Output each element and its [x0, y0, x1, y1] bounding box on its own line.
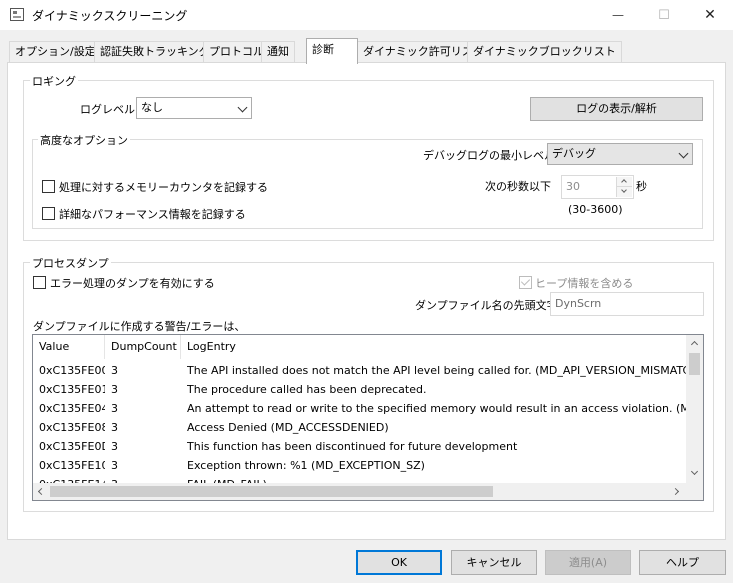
- enable-dump-label: エラー処理のダンプを有効にする: [50, 277, 215, 290]
- cell-value: 0xC135FE00: [39, 364, 105, 377]
- cell-dumpcount: 3: [111, 364, 118, 377]
- table-row[interactable]: 0xC135FE04 3 An attempt to read or write t…: [33, 399, 688, 418]
- cell-dumpcount: 3: [111, 440, 118, 453]
- spin-down-button[interactable]: [616, 187, 632, 197]
- debug-min-level-value: デバッグ: [552, 147, 596, 160]
- cell-logentry: Exception thrown: %1 (MD_EXCEPTION_SZ): [187, 459, 425, 472]
- column-header-logentry[interactable]: LogEntry: [181, 335, 688, 359]
- table-row[interactable]: 0xC135FE08 3 Access Denied (MD_ACCESSDENIE…: [33, 418, 688, 437]
- cell-dumpcount: 3: [111, 421, 118, 434]
- advanced-options-label: 高度なオプション: [38, 132, 130, 148]
- seconds-value: 30: [566, 180, 580, 193]
- log-level-select[interactable]: なし: [136, 97, 252, 119]
- window-title: ダイナミックスクリーニング: [32, 9, 188, 23]
- cell-value: 0xC135FE01: [39, 383, 105, 396]
- cancel-button[interactable]: キャンセル: [451, 550, 537, 575]
- tab-dynamic-block-list[interactable]: ダイナミックブロックリスト: [467, 41, 622, 62]
- seconds-label: 次の秒数以下: [485, 180, 551, 193]
- log-level-label: ログレベル: [80, 103, 135, 116]
- help-button[interactable]: ヘルプ: [639, 550, 726, 575]
- spin-up-button[interactable]: [616, 177, 632, 187]
- debug-min-level-select[interactable]: デバッグ: [547, 143, 693, 165]
- list-caption: ダンプファイルに作成する警告/エラーは、: [33, 320, 246, 333]
- scroll-down-icon[interactable]: [690, 467, 699, 476]
- perf-info-label: 詳細なパフォーマンス情報を記録する: [59, 208, 246, 221]
- cell-logentry: The API installed does not match the API…: [187, 364, 687, 377]
- scroll-corner: [686, 483, 703, 500]
- tab-protocol[interactable]: プロトコル: [203, 41, 270, 62]
- include-heap-checkbox[interactable]: [519, 276, 532, 289]
- chevron-down-icon: [621, 187, 627, 193]
- scroll-left-icon[interactable]: [37, 487, 46, 496]
- memory-counter-label: 処理に対するメモリーカウンタを記録する: [59, 181, 268, 194]
- perf-info-checkbox[interactable]: [42, 207, 55, 220]
- app-icon: [10, 8, 24, 21]
- chevron-down-icon: [237, 102, 248, 113]
- dump-prefix-value: DynScrn: [555, 297, 602, 310]
- cell-logentry: Access Denied (MD_ACCESSDENIED): [187, 421, 389, 434]
- tab-auth-failure-tracking[interactable]: 認証失敗トラッキング: [94, 41, 216, 62]
- seconds-unit: 秒: [636, 180, 647, 193]
- process-dump-label: プロセスダンプ: [30, 255, 111, 271]
- seconds-range: (30-3600): [568, 203, 623, 216]
- minimize-button[interactable]: —: [595, 0, 641, 30]
- scroll-right-icon[interactable]: [671, 487, 680, 496]
- vertical-scrollbar[interactable]: [686, 335, 703, 483]
- maximize-button[interactable]: ☐: [641, 0, 687, 30]
- scroll-up-icon[interactable]: [690, 340, 699, 349]
- dump-prefix-label: ダンプファイル名の先頭文字: [415, 299, 558, 312]
- cell-value: 0xC135FE10: [39, 459, 105, 472]
- dump-error-list[interactable]: Value DumpCount LogEntry 0xC135FE00 3 The …: [32, 334, 704, 501]
- memory-counter-checkbox[interactable]: [42, 180, 55, 193]
- cell-value: 0xC135FE08: [39, 421, 105, 434]
- column-header-value[interactable]: Value: [33, 335, 105, 359]
- log-level-value: なし: [141, 101, 163, 114]
- cell-dumpcount: 3: [111, 383, 118, 396]
- table-row[interactable]: 0xC135FE10 3 Exception thrown: %1 (MD_EXCE…: [33, 456, 688, 475]
- tab-diagnostics[interactable]: 診断: [306, 38, 358, 64]
- cell-dumpcount: 3: [111, 459, 118, 472]
- debug-min-level-label: デバッグログの最小レベル: [423, 149, 555, 162]
- table-row[interactable]: 0xC135FE01 3 The procedure called has been…: [33, 380, 688, 399]
- tab-options-settings[interactable]: オプション/設定: [9, 41, 102, 62]
- include-heap-label: ヒープ情報を含める: [535, 277, 634, 290]
- horizontal-scrollbar[interactable]: [33, 483, 688, 500]
- horizontal-scroll-thumb[interactable]: [50, 486, 493, 497]
- enable-dump-checkbox[interactable]: [33, 276, 46, 289]
- dump-prefix-input[interactable]: DynScrn: [550, 292, 704, 316]
- vertical-scroll-thumb[interactable]: [689, 353, 700, 375]
- cell-value: 0xC135FE0D: [39, 440, 105, 453]
- cell-logentry: The procedure called has been deprecated…: [187, 383, 427, 396]
- table-row[interactable]: 0xC135FE0D 3 This function has been discon…: [33, 437, 688, 456]
- title-bar: ダイナミックスクリーニング — ☐ ✕: [0, 0, 733, 30]
- show-log-button[interactable]: ログの表示/解析: [530, 97, 703, 121]
- cell-value: 0xC135FE04: [39, 402, 105, 415]
- chevron-up-icon: [621, 179, 627, 185]
- tab-notification[interactable]: 通知: [261, 41, 295, 62]
- apply-button[interactable]: 適用(A): [545, 550, 631, 575]
- cell-logentry: An attempt to read or write to the speci…: [187, 402, 687, 415]
- cell-dumpcount: 3: [111, 402, 118, 415]
- column-header-dumpcount[interactable]: DumpCount: [105, 335, 181, 359]
- chevron-down-icon: [678, 148, 689, 159]
- ok-button[interactable]: OK: [356, 550, 442, 575]
- logging-group-label: ロギング: [30, 73, 78, 89]
- table-row[interactable]: 0xC135FE00 3 The API installed does not ma…: [33, 361, 688, 380]
- close-button[interactable]: ✕: [687, 0, 733, 30]
- list-rows: 0xC135FE00 3 The API installed does not ma…: [33, 359, 688, 485]
- cell-logentry: This function has been discontinued for …: [187, 440, 518, 453]
